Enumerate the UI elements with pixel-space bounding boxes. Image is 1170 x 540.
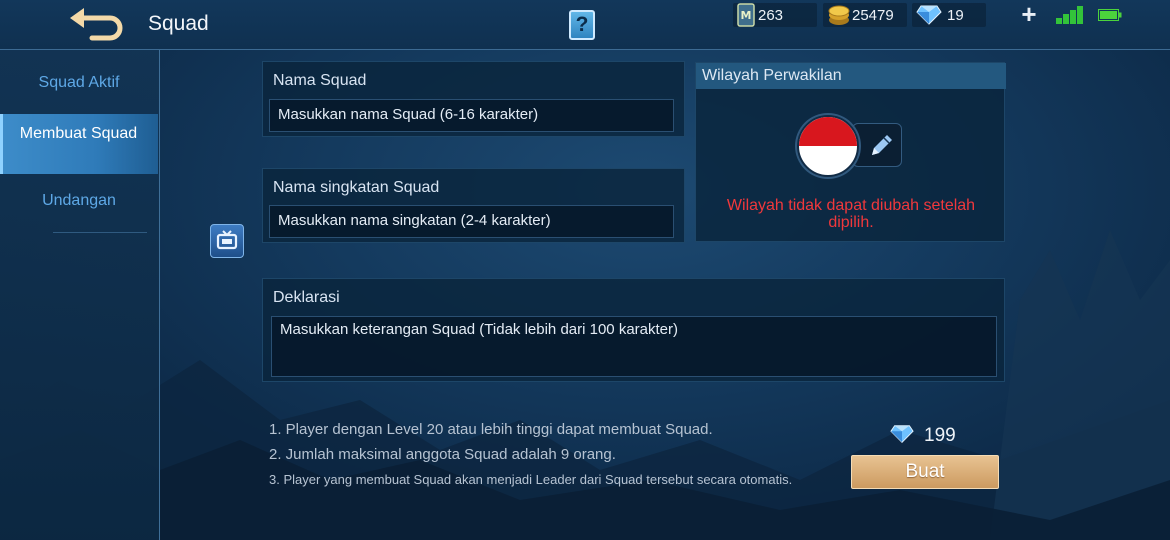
diamonds-counter: 19: [912, 3, 986, 27]
indonesia-flag-icon[interactable]: [797, 115, 859, 177]
svg-text:M: M: [741, 9, 752, 22]
pencil-icon: [872, 135, 892, 155]
declaration-input[interactable]: Masukkan keterangan Squad (Tidak lebih d…: [271, 316, 997, 377]
create-cost: 199: [924, 425, 956, 446]
diamond-icon: [916, 5, 942, 25]
squad-short-name-label: Nama singkatan Squad: [273, 179, 440, 196]
region-panel: Wilayah Perwakilan Wilayah tidak dapat d…: [695, 62, 1006, 242]
create-squad-button[interactable]: Buat: [851, 455, 999, 489]
tv-icon: [216, 230, 238, 250]
signal-icon: [1056, 6, 1083, 24]
declaration-label: Deklarasi: [273, 289, 340, 306]
diamond-icon: [890, 425, 914, 443]
back-arrow-icon: [70, 8, 123, 41]
region-warning: Wilayah tidak dapat diubah setelah dipil…: [726, 197, 976, 231]
help-icon: ?: [575, 13, 589, 36]
squad-name-label: Nama Squad: [273, 72, 367, 89]
battery-icon: [1098, 9, 1122, 21]
help-button[interactable]: ?: [569, 10, 595, 40]
battle-points-count: 25479: [852, 7, 894, 24]
diamonds-count: 19: [947, 7, 964, 24]
declaration-panel: Deklarasi Masukkan keterangan Squad (Tid…: [262, 278, 1005, 382]
sidebar: Squad Aktif Membuat Squad Undangan: [0, 50, 160, 540]
sidebar-item-label: Membuat Squad: [19, 125, 138, 142]
sidebar-item-label: Undangan: [42, 192, 116, 209]
ticket-counter: M 263: [733, 3, 817, 27]
page-title: Squad: [148, 12, 209, 35]
top-bar: Squad ? M 263 25479 19 +: [0, 0, 1170, 50]
top-up-button[interactable]: +: [1018, 1, 1040, 27]
edit-region-button[interactable]: [852, 123, 902, 167]
region-title: Wilayah Perwakilan: [696, 63, 1006, 89]
squad-name-input[interactable]: Masukkan nama Squad (6-16 karakter): [269, 99, 674, 132]
squad-name-panel: Nama Squad Masukkan nama Squad (6-16 kar…: [262, 61, 685, 137]
squad-tv-button[interactable]: [210, 224, 244, 258]
rule-3: 3. Player yang membuat Squad akan menjad…: [269, 472, 793, 487]
ticket-count: 263: [758, 7, 784, 24]
squad-short-name-input[interactable]: Masukkan nama singkatan (2-4 karakter): [269, 205, 674, 238]
sidebar-item-label: Squad Aktif: [38, 74, 120, 91]
back-button[interactable]: [66, 6, 128, 42]
sidebar-item-membuat-squad[interactable]: Membuat Squad: [0, 114, 158, 174]
sidebar-item-undangan[interactable]: Undangan: [0, 192, 158, 212]
battle-points-counter: 25479: [823, 3, 907, 27]
coin-icon: [828, 5, 850, 25]
rule-1: 1. Player dengan Level 20 atau lebih tin…: [269, 421, 713, 438]
sidebar-divider: [53, 232, 147, 233]
squad-short-name-panel: Nama singkatan Squad Masukkan nama singk…: [262, 168, 685, 243]
rule-2: 2. Jumlah maksimal anggota Squad adalah …: [269, 446, 616, 463]
ticket-icon: M: [737, 3, 755, 27]
sidebar-item-squad-aktif[interactable]: Squad Aktif: [0, 74, 158, 94]
